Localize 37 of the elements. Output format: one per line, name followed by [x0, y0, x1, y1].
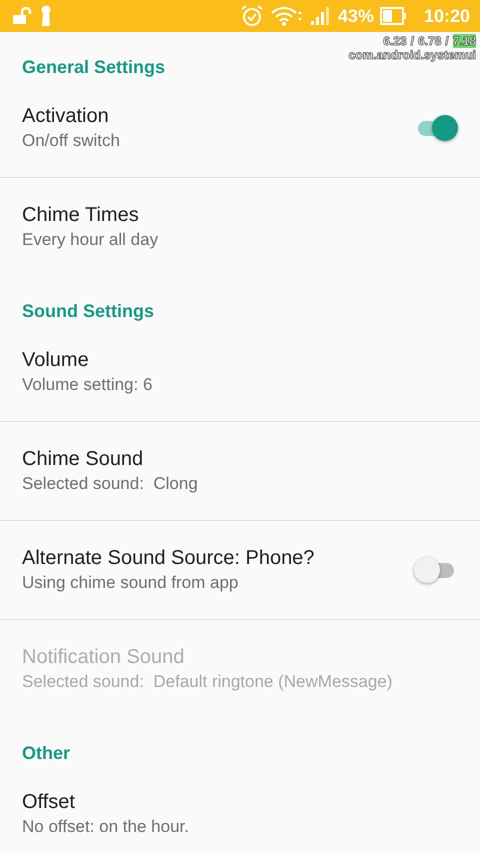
setting-title: Chime Times	[22, 203, 139, 228]
load-value: 6.78	[418, 34, 442, 48]
setting-summary: No offset: on the hour.	[22, 816, 189, 838]
setting-summary: Volume setting: 6	[22, 374, 152, 396]
separator: /	[445, 34, 449, 48]
section-header: Other	[22, 743, 70, 763]
setting-title: Volume	[22, 348, 89, 373]
setting-title: Chime Sound	[22, 447, 144, 472]
setting-summary: Using chime sound from app	[22, 572, 238, 594]
battery-percent: 43%	[338, 6, 374, 26]
setting-summary: Selected sound: Clong	[22, 473, 198, 495]
settings-item[interactable]: Chime Sound Selected sound: Clong	[0, 422, 480, 521]
alarm-icon	[240, 4, 264, 28]
settings-item[interactable]: Alternate Sound Source: Phone? Using chime sound from app	[0, 521, 480, 620]
setting-summary: Selected sound: Default ringtone (NewMessage)	[22, 671, 392, 693]
battery-icon	[380, 7, 408, 25]
wifi-icon	[270, 5, 304, 27]
settings-item[interactable]: Chime Times Every hour all day	[0, 178, 480, 276]
load-value: 6.23	[383, 34, 407, 48]
unlock-icon	[12, 7, 34, 25]
settings-item[interactable]: Volume Volume setting: 6	[0, 323, 480, 422]
load-value: 7.18	[452, 34, 476, 48]
setting-summary: On/off switch	[22, 130, 120, 152]
setting-title: Notification Sound	[22, 645, 184, 670]
settings-item[interactable]: Offset No offset: on the hour.	[0, 765, 480, 853]
separator: /	[410, 34, 414, 48]
setting-title: Offset	[22, 790, 75, 815]
section-header: Sound Settings	[22, 301, 154, 321]
keyhole-icon	[40, 5, 52, 27]
setting-summary: Every hour all day	[22, 229, 158, 251]
clock-time: 10:20	[424, 6, 470, 26]
process-name: com.android.systemui	[348, 48, 476, 62]
settings-item[interactable]: Activation On/off switch	[0, 79, 480, 178]
setting-title: Activation	[22, 104, 109, 129]
signal-icon	[310, 6, 332, 26]
section-header: General Settings	[22, 57, 166, 77]
setting-title: Alternate Sound Source: Phone?	[22, 546, 314, 571]
